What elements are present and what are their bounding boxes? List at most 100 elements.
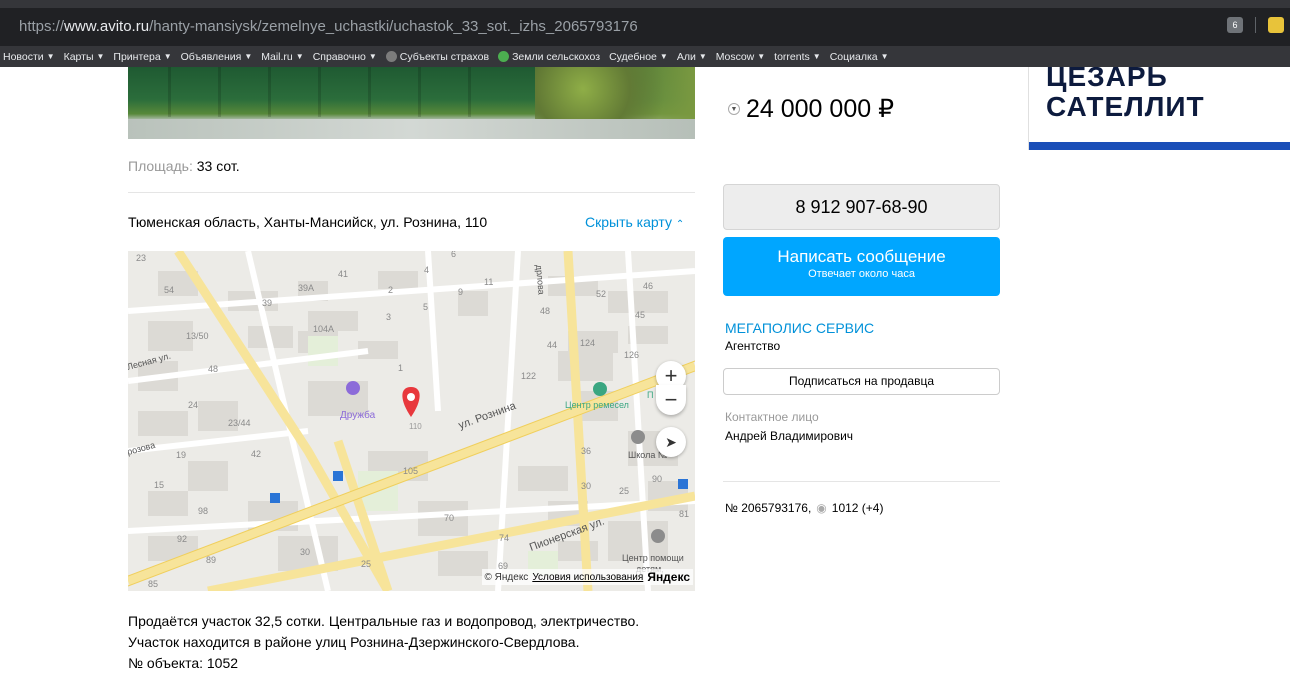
svg-text:15: 15 xyxy=(154,480,164,490)
yandex-logo[interactable]: Яндекс xyxy=(647,570,690,584)
navigation-arrow-icon: ➤ xyxy=(665,433,677,450)
svg-text:Дружба: Дружба xyxy=(340,409,376,421)
chevron-down-icon: ▼ xyxy=(757,52,766,61)
map-canvas[interactable]: 23 41 4 6 11 54 39А 2 9 46 39 3 5 52 48 … xyxy=(128,251,695,591)
poi-icon[interactable] xyxy=(346,381,360,395)
svg-text:30: 30 xyxy=(300,547,310,557)
area-value: 33 сот. xyxy=(196,158,240,174)
bookmark-item[interactable]: torrents ▼ xyxy=(774,51,821,63)
listing-photo[interactable] xyxy=(128,67,695,139)
svg-text:122: 122 xyxy=(521,371,536,381)
bookmark-item[interactable]: Карты ▼ xyxy=(64,51,105,63)
svg-text:81: 81 xyxy=(679,509,689,519)
svg-text:19: 19 xyxy=(176,450,186,460)
ad-text-line1: ЦЕЗАРЬ xyxy=(1046,67,1168,92)
bookmark-item[interactable]: Социалка ▼ xyxy=(830,51,889,63)
bookmark-item[interactable]: Али ▼ xyxy=(677,51,707,63)
svg-text:74: 74 xyxy=(499,533,509,543)
svg-text:9: 9 xyxy=(458,287,463,297)
price: ▼ 24 000 000 ₽ xyxy=(728,94,894,124)
bookmark-item[interactable]: Mail.ru ▼ xyxy=(261,51,303,63)
bus-stop-icon[interactable] xyxy=(333,471,343,481)
poi-icon[interactable] xyxy=(651,529,665,543)
svg-text:48: 48 xyxy=(208,364,218,374)
bookmark-item[interactable]: Земли сельскохоз xyxy=(498,51,600,63)
seller-name-link[interactable]: МЕГАПОЛИС СЕРВИС xyxy=(725,320,874,336)
extension-icon[interactable]: 6 xyxy=(1227,17,1243,33)
price-value: 24 000 000 ₽ xyxy=(746,95,894,123)
svg-text:2: 2 xyxy=(388,285,393,295)
chevron-down-icon: ▼ xyxy=(244,52,253,61)
ad-accent-bar xyxy=(1029,142,1290,150)
svg-text:54: 54 xyxy=(164,285,174,295)
bus-stop-icon[interactable] xyxy=(270,493,280,503)
svg-text:41: 41 xyxy=(338,269,348,279)
view-count: 1012 (+4) xyxy=(831,501,884,515)
item-number: № 2065793176, xyxy=(725,501,812,515)
chevron-down-icon[interactable]: ▼ xyxy=(728,103,740,115)
svg-text:92: 92 xyxy=(177,534,187,544)
svg-text:36: 36 xyxy=(581,446,591,456)
write-message-label: Написать сообщение xyxy=(777,247,946,266)
bookmark-item[interactable]: Принтера ▼ xyxy=(113,51,171,63)
ad-banner[interactable]: ЦЕЗАРЬ САТЕЛЛИТ xyxy=(1028,67,1290,150)
map-pin-icon[interactable] xyxy=(402,387,420,417)
bookmark-item[interactable]: Объявления ▼ xyxy=(181,51,253,63)
svg-text:30: 30 xyxy=(581,481,591,491)
svg-text:85: 85 xyxy=(148,579,158,589)
bookmark-label: Объявления xyxy=(180,50,242,63)
show-phone-button[interactable]: 8 912 907-68-90 xyxy=(723,184,1000,230)
chevron-down-icon: ▼ xyxy=(698,52,707,61)
divider xyxy=(128,192,695,193)
bookmark-item[interactable]: Судебное ▼ xyxy=(609,51,668,63)
write-message-button[interactable]: Написать сообщение Отвечает около часа xyxy=(723,237,1000,296)
svg-text:5: 5 xyxy=(423,302,428,312)
bookmark-favicon-icon xyxy=(498,51,510,62)
terms-link[interactable]: Условия использования xyxy=(532,572,643,583)
chevron-down-icon: ▼ xyxy=(96,52,105,61)
svg-text:6: 6 xyxy=(451,251,456,259)
eye-icon: ◉ xyxy=(816,501,827,515)
url-text[interactable]: https://www.avito.ru/hanty-mansiysk/zeme… xyxy=(19,18,638,35)
subscribe-button[interactable]: Подписаться на продавца xyxy=(723,368,1000,395)
bookmark-item[interactable]: Moscow ▼ xyxy=(716,51,765,63)
bookmark-label: Mail.ru xyxy=(261,50,293,63)
response-time: Отвечает около часа xyxy=(808,268,915,280)
bookmark-label: torrents xyxy=(774,50,810,63)
svg-text:124: 124 xyxy=(580,338,595,348)
svg-text:23/44: 23/44 xyxy=(228,418,251,428)
address-bar[interactable]: https://www.avito.ru/hanty-mansiysk/zeme… xyxy=(0,8,1290,46)
svg-text:3: 3 xyxy=(386,312,391,322)
bookmark-label: Субъекты страхов xyxy=(399,50,490,63)
svg-text:89: 89 xyxy=(206,555,216,565)
svg-text:98: 98 xyxy=(198,506,208,516)
bookmark-item[interactable]: Новости ▼ xyxy=(3,51,55,63)
bookmark-label: Moscow xyxy=(715,50,755,63)
chevron-down-icon: ▼ xyxy=(880,52,889,61)
bookmark-label: Новости xyxy=(3,50,44,63)
svg-text:39: 39 xyxy=(262,298,272,308)
svg-text:52: 52 xyxy=(596,289,606,299)
svg-text:44: 44 xyxy=(547,340,557,350)
bookmark-label: Социалка xyxy=(829,50,878,63)
ad-text-line2: САТЕЛЛИТ xyxy=(1046,91,1205,122)
area-info: Площадь: 33 сот. xyxy=(128,158,240,174)
poi-icon[interactable] xyxy=(631,430,645,444)
svg-text:11: 11 xyxy=(484,277,493,287)
profile-icon[interactable] xyxy=(1268,17,1284,33)
bus-stop-icon[interactable] xyxy=(678,479,688,489)
poi-icon[interactable] xyxy=(593,382,607,396)
zoom-out-button[interactable]: − xyxy=(656,385,686,415)
chevron-down-icon: ▼ xyxy=(163,52,172,61)
chevron-down-icon: ▼ xyxy=(295,52,304,61)
hide-map-link[interactable]: Скрыть карту ⌃ xyxy=(585,214,684,230)
bookmark-item[interactable]: Справочно ▼ xyxy=(313,51,377,63)
bookmark-item[interactable]: Субъекты страхов xyxy=(385,50,490,63)
svg-text:45: 45 xyxy=(635,310,645,320)
bookmark-label: Карты xyxy=(63,50,94,63)
map[interactable]: 23 41 4 6 11 54 39А 2 9 46 39 3 5 52 48 … xyxy=(128,251,695,591)
bookmarks-bar: Новости ▼ Карты ▼ Принтера ▼ Объявления ▼ Mail.r… xyxy=(0,46,1290,67)
geolocation-button[interactable]: ➤ xyxy=(656,427,686,457)
svg-text:Центр помощи: Центр помощи xyxy=(622,553,684,563)
bookmark-favicon-icon xyxy=(385,51,397,62)
